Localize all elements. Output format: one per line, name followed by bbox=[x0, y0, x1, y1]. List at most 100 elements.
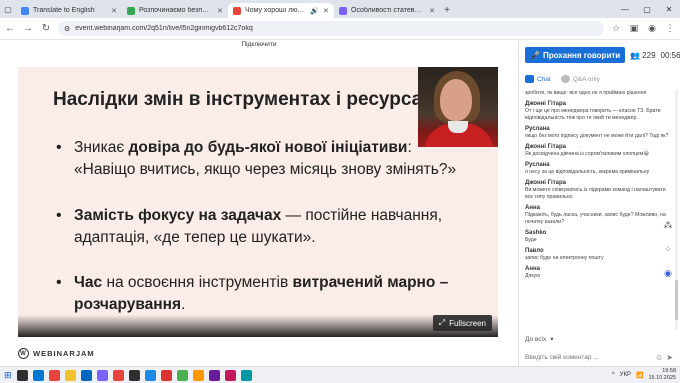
tab-search-icon[interactable]: ▢ bbox=[0, 0, 16, 18]
taskbar-app[interactable] bbox=[192, 369, 204, 381]
chat-panel: 🎤 Прохання говорити 👥 229 00:56:58 Chat … bbox=[518, 40, 680, 366]
fullscreen-label: Fullscreen bbox=[449, 318, 486, 328]
new-tab-button[interactable]: + bbox=[440, 3, 454, 18]
close-window-icon[interactable]: ✕ bbox=[658, 0, 680, 18]
bullet-dot: • bbox=[56, 207, 62, 224]
tab-close-icon[interactable]: ✕ bbox=[429, 7, 435, 15]
chat-input-row: ☺ ➤ bbox=[525, 350, 673, 364]
list-item: Руслана якщо без мого підпису документ не… bbox=[525, 126, 669, 139]
chat-message-list[interactable]: зробити, як вище: все одно не я приймаю … bbox=[519, 90, 669, 330]
address-bar[interactable]: ⚙ event.webinarjam.com/2q51n/live/l5n2gi… bbox=[58, 21, 604, 36]
system-tray: ^ УКР 📶 19:58 15.10.2025 bbox=[612, 368, 676, 382]
maximize-icon[interactable]: ▢ bbox=[636, 0, 658, 18]
apps-icon[interactable]: ⁘ bbox=[662, 244, 674, 256]
connect-label[interactable]: Підключити bbox=[0, 40, 518, 48]
extensions-icon[interactable]: ▣ bbox=[628, 23, 640, 34]
video-stage: Наслідки змін в інструментах і ресурсах … bbox=[18, 67, 498, 337]
taskbar-app[interactable] bbox=[240, 369, 252, 381]
window-controls: — ▢ ✕ bbox=[614, 0, 680, 18]
taskbar-app[interactable] bbox=[144, 369, 156, 381]
side-extension-icons: ⁂ ⁘ ◉ bbox=[662, 220, 678, 292]
webinarjam-logo: W WEBINARJAM bbox=[18, 348, 95, 359]
recipient-selector[interactable]: До всіх ▾ bbox=[525, 335, 554, 344]
reload-icon[interactable]: ↻ bbox=[40, 22, 52, 36]
browser-toolbar: ← → ↻ ⚙ event.webinarjam.com/2q51n/live/… bbox=[0, 18, 680, 40]
tab-close-icon[interactable]: ✕ bbox=[111, 7, 117, 15]
presenter-webcam bbox=[418, 67, 498, 147]
stage-control-gradient bbox=[18, 315, 498, 337]
chevron-down-icon: ▾ bbox=[550, 336, 554, 343]
chat-scrollbar[interactable] bbox=[675, 90, 678, 330]
tab-close-icon[interactable]: ✕ bbox=[323, 7, 329, 15]
list-item: Джонні Гітара Ви можете співкуватись із л… bbox=[525, 180, 666, 200]
tab-favicon bbox=[21, 6, 29, 15]
taskbar-app[interactable] bbox=[224, 369, 236, 381]
language-indicator[interactable]: УКР bbox=[620, 372, 631, 378]
tab-favicon bbox=[233, 6, 241, 15]
taskbar-app[interactable] bbox=[176, 369, 188, 381]
browser-tab-strip: ▢ Translate to English ✕ Розпочинаємо бе… bbox=[0, 0, 680, 18]
list-item: зробити, як вище: все одно не я приймаю … bbox=[525, 90, 647, 96]
taskbar-app[interactable] bbox=[32, 369, 44, 381]
tab-title: Translate to English bbox=[33, 7, 95, 14]
site-info-icon[interactable]: ⚙ bbox=[64, 25, 70, 33]
send-icon[interactable]: ➤ bbox=[666, 353, 673, 362]
list-item: Руслана я несу за це відповідальність, зо… bbox=[525, 162, 650, 175]
expand-icon: ⤢ bbox=[438, 318, 446, 327]
request-to-speak-button[interactable]: 🎤 Прохання говорити bbox=[525, 47, 626, 63]
forward-icon[interactable]: → bbox=[22, 22, 34, 36]
list-item: Анна Дякую bbox=[525, 266, 541, 279]
fullscreen-button[interactable]: ⤢ Fullscreen bbox=[432, 315, 492, 331]
bookmark-star-icon[interactable]: ☆ bbox=[610, 23, 622, 34]
list-item: Sashko Буде bbox=[525, 230, 547, 243]
taskbar-app[interactable] bbox=[128, 369, 140, 381]
taskbar-app[interactable] bbox=[80, 369, 92, 381]
attendee-count: 👥 229 bbox=[630, 50, 656, 60]
clock[interactable]: 19:58 15.10.2025 bbox=[648, 368, 676, 382]
minimize-icon[interactable]: — bbox=[614, 0, 636, 18]
taskbar-app[interactable] bbox=[48, 369, 60, 381]
taskbar-app[interactable] bbox=[112, 369, 124, 381]
back-icon[interactable]: ← bbox=[4, 22, 16, 36]
bullet-text: Зникає довіра до будь-якої нової ініціат… bbox=[74, 139, 457, 178]
emoji-icon[interactable]: ☺ bbox=[655, 353, 663, 362]
taskbar-app[interactable] bbox=[160, 369, 172, 381]
list-item: Джонні Гітара От і ще це про менеджера го… bbox=[525, 101, 661, 121]
session-timer: 00:56:58 bbox=[660, 50, 680, 60]
profile-icon[interactable]: ◉ bbox=[646, 23, 658, 34]
webinarjam-logo-icon: W bbox=[18, 348, 29, 359]
bullet-text: Замість фокусу на задачах — постійне нав… bbox=[74, 207, 443, 246]
tab-audio-icon[interactable]: 🔊 bbox=[310, 7, 319, 15]
tab-title: Розпочинаємо безплатні bbox=[139, 7, 214, 14]
list-item: Павло запис буде на електронну пошту bbox=[525, 248, 604, 261]
menu-icon[interactable]: ⋮ bbox=[664, 23, 676, 34]
tab-qa[interactable]: Q&A only bbox=[560, 75, 600, 83]
slide-title: Наслідки змін в інструментах і ресурсах bbox=[53, 89, 433, 110]
browser-tab-4[interactable]: Особливості статево рольов ✕ bbox=[334, 3, 440, 18]
browser-tab-1[interactable]: Translate to English ✕ bbox=[16, 3, 122, 18]
request-label: Прохання говорити bbox=[542, 50, 621, 60]
tab-favicon bbox=[339, 6, 347, 15]
bullet-dot: • bbox=[56, 274, 62, 291]
copilot-icon[interactable]: ◉ bbox=[662, 268, 674, 280]
list-item: Джонні Гітара Як досвідчена дівчина із со… bbox=[525, 144, 649, 157]
taskbar-app[interactable] bbox=[64, 369, 76, 381]
tab-close-icon[interactable]: ✕ bbox=[217, 7, 223, 15]
tab-title: Особливості статево рольов bbox=[351, 7, 425, 14]
qa-icon bbox=[560, 75, 570, 83]
microphone-icon: 🎤 bbox=[530, 50, 540, 60]
tab-chat[interactable]: Chat bbox=[525, 75, 551, 83]
grid-icon[interactable]: ⁂ bbox=[662, 220, 674, 232]
chat-icon bbox=[525, 75, 534, 83]
taskbar-app[interactable] bbox=[208, 369, 220, 381]
chat-input[interactable] bbox=[525, 351, 653, 363]
tray-overflow-icon[interactable]: ^ bbox=[612, 372, 615, 378]
start-icon[interactable]: ⊞ bbox=[4, 370, 12, 381]
taskbar-app[interactable] bbox=[16, 369, 28, 381]
logo-text: WEBINARJAM bbox=[33, 349, 95, 358]
browser-tab-2[interactable]: Розпочинаємо безплатні ✕ bbox=[122, 3, 228, 18]
url-text: event.webinarjam.com/2q51n/live/l5n2ginm… bbox=[75, 25, 253, 32]
wifi-icon[interactable]: 📶 bbox=[636, 372, 643, 379]
taskbar-app[interactable] bbox=[96, 369, 108, 381]
browser-tab-3-active[interactable]: Чому хороші люди створ 🔊 ✕ bbox=[228, 3, 334, 18]
